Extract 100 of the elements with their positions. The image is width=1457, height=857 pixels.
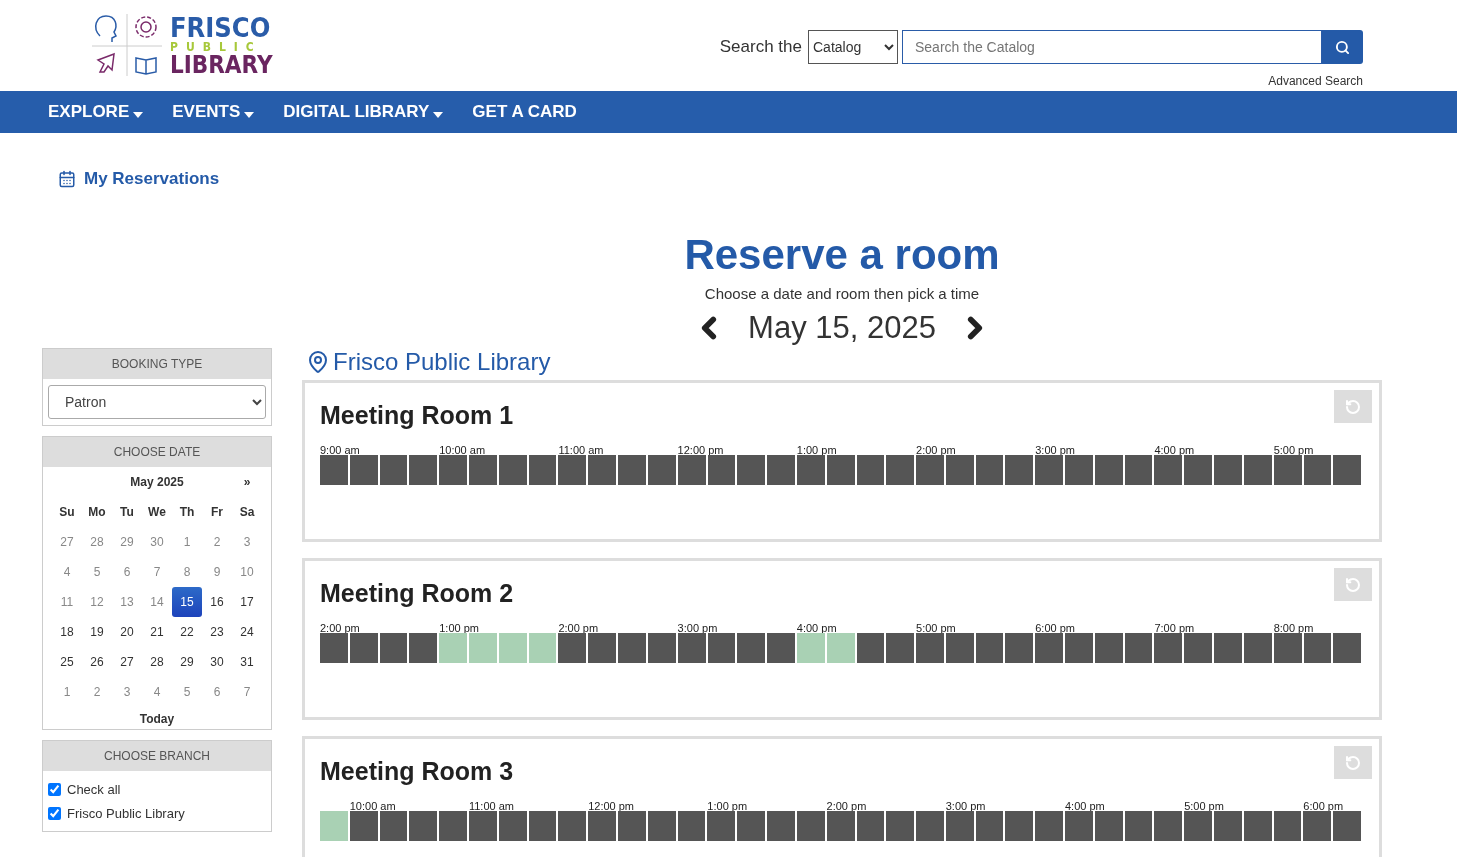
checkbox[interactable] — [48, 806, 61, 820]
time-slot[interactable] — [320, 633, 350, 663]
time-slot[interactable] — [826, 811, 857, 841]
time-slot[interactable] — [737, 811, 768, 841]
time-slot[interactable] — [558, 455, 589, 485]
time-slot[interactable] — [379, 633, 410, 663]
calendar-day[interactable]: 12 — [82, 587, 112, 617]
time-slot[interactable] — [379, 455, 410, 485]
time-slot[interactable] — [707, 455, 738, 485]
time-slot[interactable] — [409, 455, 440, 485]
time-slot[interactable] — [916, 455, 946, 485]
next-month-button[interactable]: » — [232, 475, 262, 489]
time-slot[interactable] — [1124, 633, 1155, 663]
calendar-day[interactable]: 1 — [52, 677, 82, 707]
calendar-day[interactable]: 17 — [232, 587, 262, 617]
time-slot[interactable] — [796, 811, 827, 841]
time-slot[interactable] — [1243, 633, 1274, 663]
calendar-day[interactable]: 27 — [52, 527, 82, 557]
checkbox[interactable] — [48, 782, 61, 796]
calendar-day[interactable]: 19 — [82, 617, 112, 647]
time-slot[interactable] — [975, 455, 1006, 485]
time-slot[interactable] — [1303, 633, 1334, 663]
time-slot[interactable] — [1094, 455, 1125, 485]
today-button[interactable]: Today — [133, 711, 181, 727]
time-slot[interactable] — [1035, 633, 1066, 663]
calendar-day[interactable]: 28 — [142, 647, 172, 677]
calendar-day[interactable]: 30 — [202, 647, 232, 677]
time-slot[interactable] — [707, 811, 738, 841]
calendar-day[interactable]: 6 — [202, 677, 232, 707]
calendar-day[interactable]: 5 — [82, 557, 112, 587]
calendar-day[interactable]: 26 — [82, 647, 112, 677]
time-slot[interactable] — [618, 811, 648, 841]
calendar-day[interactable]: 15 — [172, 587, 202, 617]
time-slot[interactable] — [1333, 455, 1364, 485]
calendar-day[interactable]: 22 — [172, 617, 202, 647]
time-slot[interactable] — [1005, 811, 1036, 841]
search-button[interactable] — [1322, 30, 1363, 64]
calendar-day[interactable]: 27 — [112, 647, 142, 677]
time-slot[interactable] — [349, 811, 380, 841]
calendar-day[interactable]: 31 — [232, 647, 262, 677]
time-slot[interactable] — [588, 811, 619, 841]
time-slot[interactable] — [975, 811, 1006, 841]
time-slot[interactable] — [320, 455, 350, 485]
time-slot[interactable] — [886, 455, 916, 485]
time-slot[interactable] — [1124, 811, 1155, 841]
time-slot[interactable] — [916, 811, 946, 841]
time-slot[interactable] — [1184, 633, 1215, 663]
time-slot[interactable] — [1273, 455, 1304, 485]
calendar-day[interactable]: 8 — [172, 557, 202, 587]
time-slot[interactable] — [767, 633, 797, 663]
calendar-day[interactable]: 10 — [232, 557, 262, 587]
calendar-day[interactable]: 1 — [172, 527, 202, 557]
time-slot[interactable] — [1333, 811, 1364, 841]
time-slot[interactable] — [677, 811, 708, 841]
time-slot[interactable] — [1065, 633, 1095, 663]
time-slot[interactable] — [737, 633, 768, 663]
calendar-day[interactable]: 6 — [112, 557, 142, 587]
calendar-day[interactable]: 14 — [142, 587, 172, 617]
calendar-day[interactable]: 7 — [232, 677, 262, 707]
time-slot[interactable] — [677, 455, 708, 485]
time-slot[interactable] — [767, 811, 797, 841]
calendar-day[interactable]: 29 — [112, 527, 142, 557]
time-slot[interactable] — [558, 811, 589, 841]
time-slot[interactable] — [468, 811, 499, 841]
time-slot[interactable] — [469, 455, 499, 485]
time-slot[interactable] — [1273, 811, 1304, 841]
calendar-day[interactable]: 30 — [142, 527, 172, 557]
calendar-day[interactable]: 4 — [52, 557, 82, 587]
calendar-day[interactable]: 24 — [232, 617, 262, 647]
time-slot[interactable] — [707, 633, 738, 663]
time-slot[interactable] — [528, 811, 559, 841]
nav-item[interactable]: EXPLORE — [48, 102, 144, 122]
time-slot[interactable] — [1214, 455, 1244, 485]
calendar-day[interactable]: 29 — [172, 647, 202, 677]
booking-type-select[interactable]: Patron — [48, 385, 266, 419]
time-slot[interactable] — [409, 811, 440, 841]
time-slot[interactable] — [975, 633, 1006, 663]
time-slot[interactable] — [379, 811, 410, 841]
time-slot[interactable] — [647, 455, 678, 485]
time-slot[interactable] — [826, 455, 857, 485]
time-slot[interactable] — [498, 811, 529, 841]
time-slot[interactable] — [1184, 455, 1215, 485]
time-slot[interactable] — [1094, 811, 1125, 841]
time-slot[interactable] — [439, 455, 470, 485]
time-slot[interactable] — [1273, 633, 1304, 663]
nav-item[interactable]: DIGITAL LIBRARY — [283, 102, 444, 122]
time-slot[interactable] — [1064, 811, 1095, 841]
time-slot[interactable] — [439, 811, 469, 841]
time-slot[interactable] — [528, 455, 559, 485]
time-slot[interactable] — [618, 633, 648, 663]
time-slot[interactable] — [1184, 811, 1215, 841]
time-slot[interactable] — [856, 455, 887, 485]
time-slot[interactable] — [1005, 455, 1036, 485]
time-slot[interactable] — [1333, 633, 1364, 663]
calendar-day[interactable]: 16 — [202, 587, 232, 617]
time-slot[interactable] — [677, 633, 708, 663]
calendar-day[interactable]: 5 — [172, 677, 202, 707]
time-slot[interactable] — [1243, 455, 1274, 485]
time-slot[interactable] — [498, 455, 529, 485]
time-slot[interactable] — [1124, 455, 1155, 485]
